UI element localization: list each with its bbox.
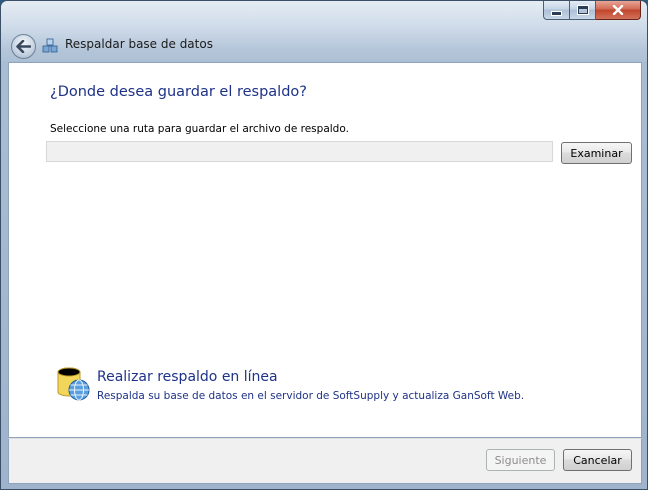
database-backup-icon [42,38,58,53]
minimize-button[interactable] [543,1,570,20]
maximize-icon [577,6,588,14]
online-backup-title[interactable]: Realizar respaldo en línea [97,369,278,385]
maximize-button[interactable] [570,1,596,20]
browse-button[interactable]: Examinar [561,142,632,164]
close-button[interactable] [596,1,641,20]
content-area: ¿Donde desea guardar el respaldo? Selecc… [8,62,642,438]
window-title: Respaldar base de datos [65,37,213,51]
database-globe-icon [57,367,90,401]
next-button[interactable]: Siguiente [486,449,555,471]
command-area: Siguiente Cancelar [8,438,642,484]
online-backup-description: Respalda su base de datos en el servidor… [97,390,525,402]
close-icon [612,5,624,15]
back-button[interactable] [11,34,36,59]
cancel-button[interactable]: Cancelar [563,449,632,471]
backup-path-input[interactable] [46,141,553,162]
back-arrow-icon [16,40,31,53]
caption-buttons [543,1,641,20]
instruction-text: Seleccione una ruta para guardar el arch… [50,123,349,135]
page-heading: ¿Donde desea guardar el respaldo? [50,84,307,100]
minimize-icon [552,11,561,15]
wizard-window: Respaldar base de datos ¿Donde desea gua… [0,0,648,490]
